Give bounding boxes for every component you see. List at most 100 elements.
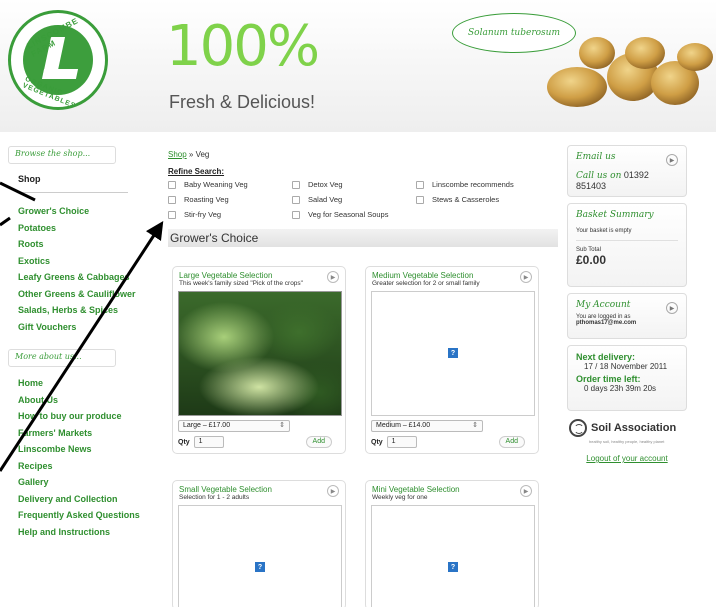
checkbox[interactable] <box>292 180 300 189</box>
sidebar-divider <box>18 192 128 193</box>
breadcrumb-shop-link[interactable]: Shop <box>168 150 187 159</box>
checkbox[interactable] <box>168 210 176 219</box>
soil-association-icon <box>569 419 587 437</box>
add-button[interactable]: Add <box>305 436 332 448</box>
refine-search-label: Refine Search: <box>168 167 225 176</box>
basket-summary-title[interactable]: Basket Summary <box>576 210 678 220</box>
sidebar-item-potatoes[interactable]: Potatoes <box>8 220 158 237</box>
qty-select[interactable]: 1 <box>193 436 224 448</box>
product-title[interactable]: Large Vegetable Selection <box>173 267 345 280</box>
shop-heading[interactable]: Shop <box>18 174 158 184</box>
play-icon[interactable]: ▶ <box>327 485 339 497</box>
size-select[interactable]: Medium – £14.00 <box>371 420 483 432</box>
product-title[interactable]: Small Vegetable Selection <box>173 481 345 494</box>
site-header: LINSCOMBE FARM ORGANIC VEGETABLES 100% F… <box>0 0 716 132</box>
filter-roasting[interactable]: Roasting Veg <box>168 195 292 204</box>
filter-stews[interactable]: Stews & Casseroles <box>416 195 556 204</box>
sidebar-item-other-greens[interactable]: Other Greens & Cauliflower <box>8 286 158 303</box>
missing-image-icon: ? <box>448 348 458 358</box>
missing-image-icon: ? <box>448 562 458 572</box>
hero-headline: 100% <box>166 14 320 79</box>
sidebar-item-help[interactable]: Help and Instructions <box>8 524 158 541</box>
product-card-mini: Mini Vegetable Selection Weekly veg for … <box>365 480 539 607</box>
size-select[interactable]: Large – £17.00 <box>178 420 290 432</box>
soil-association-logo[interactable]: Soil Association <box>569 419 687 437</box>
call-line: Call us on 01392 851403 <box>576 170 678 191</box>
breadcrumb: Shop » Veg <box>168 150 558 159</box>
filter-baby-weaning[interactable]: Baby Weaning Veg <box>168 180 292 189</box>
arrow-icon[interactable]: ▶ <box>666 154 678 166</box>
sidebar-item-roots[interactable]: Roots <box>8 236 158 253</box>
play-icon[interactable]: ▶ <box>327 271 339 283</box>
divider <box>576 240 678 241</box>
sidebar-item-home[interactable]: Home <box>8 375 158 392</box>
sidebar-item-leafy-greens[interactable]: Leafy Greens & Cabbages <box>8 269 158 286</box>
filter-checkboxes: Baby Weaning Veg Detox Veg Linscombe rec… <box>168 180 558 219</box>
product-image[interactable]: ? <box>371 291 535 416</box>
basket-status: Your basket is empty <box>576 228 632 234</box>
delivery-box: Next delivery: 17 / 18 November 2011 Ord… <box>567 345 687 411</box>
logout-link[interactable]: Logout of your account <box>567 454 687 463</box>
product-title[interactable]: Medium Vegetable Selection <box>366 267 538 280</box>
checkbox[interactable] <box>168 195 176 204</box>
qty-label: Qty <box>371 438 383 446</box>
checkbox[interactable] <box>292 195 300 204</box>
product-subtitle: This week's family sized "Pick of the cr… <box>179 280 303 287</box>
my-account-box: My Account ▶ You are logged in as pthoma… <box>567 293 687 339</box>
my-account-title[interactable]: My Account <box>576 300 678 310</box>
sidebar-item-growers-choice[interactable]: Grower's Choice <box>8 203 158 220</box>
filter-linscombe-recommends[interactable]: Linscombe recommends <box>416 180 556 189</box>
arrow-icon[interactable]: ▶ <box>666 302 678 314</box>
checkbox[interactable] <box>416 180 424 189</box>
soil-association-name: Soil Association <box>591 422 677 434</box>
sidebar-item-recipes[interactable]: Recipes <box>8 458 158 475</box>
product-title[interactable]: Mini Vegetable Selection <box>366 481 538 494</box>
right-column: Email us ▶ Call us on 01392 851403 Baske… <box>567 145 687 463</box>
sidebar-item-salads-herbs[interactable]: Salads, Herbs & Spices <box>8 302 158 319</box>
product-card-large: Large Vegetable Selection This week's fa… <box>172 266 346 454</box>
basket-summary-box: Basket Summary Your basket is empty Sub … <box>567 203 687 287</box>
qty-row: Qty 1 Add <box>178 436 340 448</box>
qty-select[interactable]: 1 <box>386 436 417 448</box>
next-delivery-label: Next delivery: <box>576 352 636 362</box>
contact-box: Email us ▶ Call us on 01392 851403 <box>567 145 687 197</box>
soil-association-tagline: healthy soil, healthy people, healthy pl… <box>589 439 665 444</box>
checkbox[interactable] <box>416 195 424 204</box>
filter-salad[interactable]: Salad Veg <box>292 195 416 204</box>
email-us-link[interactable]: Email us <box>576 152 678 162</box>
product-subtitle: Greater selection for 2 or small family <box>372 280 480 287</box>
main-content: Shop » Veg Refine Search: Baby Weaning V… <box>168 150 558 247</box>
product-card-small: Small Vegetable Selection Selection for … <box>172 480 346 607</box>
checkbox[interactable] <box>168 180 176 189</box>
left-sidebar: Browse the shop... Shop Grower's Choice … <box>8 146 158 540</box>
play-icon[interactable]: ▶ <box>520 271 532 283</box>
more-about-us-input[interactable]: More about us... <box>8 349 116 367</box>
sidebar-item-how-to-buy[interactable]: How to buy our produce <box>8 408 158 425</box>
order-time-label: Order time left: <box>576 374 641 384</box>
product-subtitle: Weekly veg for one <box>372 494 428 501</box>
add-button[interactable]: Add <box>498 436 525 448</box>
play-icon[interactable]: ▶ <box>520 485 532 497</box>
browse-shop-input[interactable]: Browse the shop... <box>8 146 116 164</box>
sidebar-item-farmers-markets[interactable]: Farmers' Markets <box>8 425 158 442</box>
account-email: pthomas17@me.com <box>576 320 637 326</box>
sidebar-item-exotics[interactable]: Exotics <box>8 253 158 270</box>
filter-detox[interactable]: Detox Veg <box>292 180 416 189</box>
sidebar-item-gift-vouchers[interactable]: Gift Vouchers <box>8 319 158 336</box>
order-time-value: 0 days 23h 39m 20s <box>584 384 657 393</box>
qty-row: Qty 1 Add <box>371 436 533 448</box>
sidebar-item-gallery[interactable]: Gallery <box>8 474 158 491</box>
filter-seasonal-soups[interactable]: Veg for Seasonal Soups <box>292 210 416 219</box>
product-subtitle: Selection for 1 - 2 adults <box>179 494 250 501</box>
product-image[interactable]: ? <box>371 505 535 607</box>
checkbox[interactable] <box>292 210 300 219</box>
sidebar-item-news[interactable]: Linscombe News <box>8 441 158 458</box>
sidebar-item-faq[interactable]: Frequently Asked Questions <box>8 507 158 524</box>
product-image[interactable] <box>178 291 342 416</box>
sidebar-item-delivery[interactable]: Delivery and Collection <box>8 491 158 508</box>
sidebar-item-about-us[interactable]: About Us <box>8 392 158 409</box>
breadcrumb-current: » Veg <box>186 150 210 159</box>
linscombe-farm-logo[interactable]: LINSCOMBE FARM ORGANIC VEGETABLES <box>8 10 108 110</box>
product-image[interactable]: ? <box>178 505 342 607</box>
filter-stir-fry[interactable]: Stir-fry Veg <box>168 210 292 219</box>
